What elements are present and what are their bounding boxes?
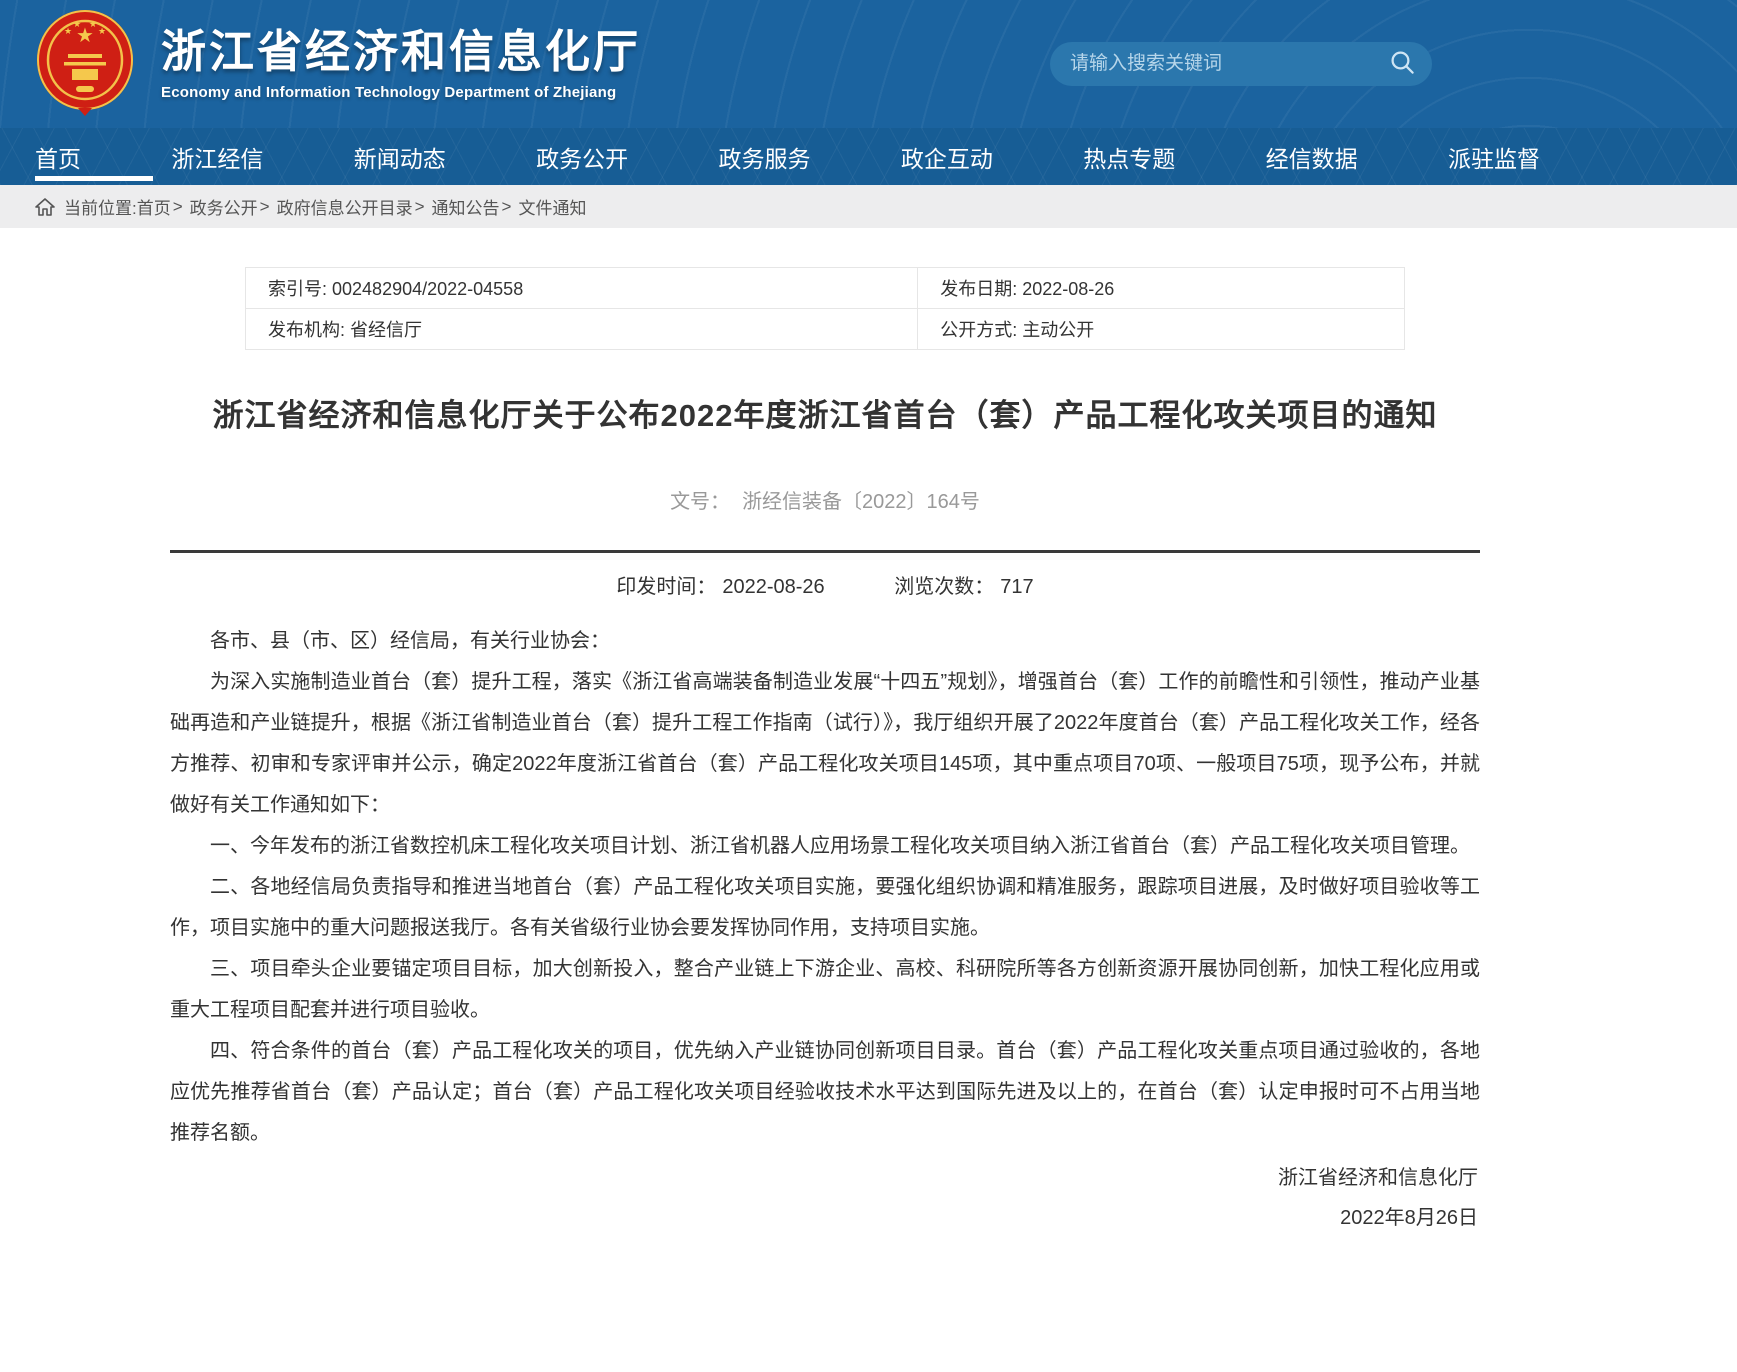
home-icon (35, 198, 55, 216)
breadcrumb-separator: > (260, 197, 270, 217)
meta-cell-publish-date: 发布日期:2022-08-26 (918, 268, 1405, 309)
print-time: 印发时间：2022-08-26 (616, 576, 830, 598)
paragraph-intro: 为深入实施制造业首台（套）提升工程，落实《浙江省高端装备制造业发展“十四五”规划… (170, 662, 1480, 826)
svg-text:★: ★ (98, 26, 106, 36)
paragraph-item-3: 三、项目牵头企业要锚定项目目标，加大创新投入，整合产业链上下游企业、高校、科研院… (170, 949, 1480, 1031)
document-title: 浙江省经济和信息化厅关于公布2022年度浙江省首台（套）产品工程化攻关项目的通知 (170, 390, 1480, 435)
paragraph-item-1: 一、今年发布的浙江省数控机床工程化攻关项目计划、浙江省机器人应用场景工程化攻关项… (170, 826, 1480, 867)
nav-item-jingxin-data[interactable]: 经信数据 (1266, 128, 1358, 185)
nav-item-news[interactable]: 新闻动态 (354, 128, 446, 185)
breadcrumb-item-notices[interactable]: 通知公告 (432, 194, 500, 219)
breadcrumb-item-home[interactable]: 首页 (137, 194, 171, 219)
svg-text:★: ★ (89, 19, 97, 29)
national-emblem-icon: ★ ★ ★ ★ ★ (35, 8, 135, 121)
main-nav: 首页 浙江经信 新闻动态 政务公开 政务服务 政企互动 热点专题 经信数据 派驻… (0, 128, 1737, 185)
nav-item-gov-disclosure[interactable]: 政务公开 (536, 128, 628, 185)
search-button[interactable] (1389, 49, 1416, 79)
nav-item-home[interactable]: 首页 (35, 128, 81, 185)
meta-row: 索引号:002482904/2022-04558 发布日期:2022-08-26 (246, 268, 1405, 309)
site-header: ★ ★ ★ ★ ★ 浙江省经济和信息化厅 Economy and Informa… (0, 0, 1737, 128)
nav-item-dispatch-supervision[interactable]: 派驻监督 (1448, 128, 1540, 185)
breadcrumb-item-gov-disclosure[interactable]: 政务公开 (190, 194, 258, 219)
search-icon (1389, 49, 1416, 79)
site-logo-link[interactable]: ★ ★ ★ ★ ★ (35, 8, 135, 121)
nav-item-zhejiang-jingxin[interactable]: 浙江经信 (171, 128, 263, 185)
breadcrumb-item-file-notice[interactable]: 文件通知 (518, 194, 586, 219)
breadcrumb-prefix: 当前位置: (64, 194, 137, 219)
document-number-label: 文号： (670, 491, 730, 513)
print-info-line: 印发时间：2022-08-26 浏览次数：717 (170, 570, 1480, 599)
breadcrumb-item-info-catalog[interactable]: 政府信息公开目录 (277, 194, 413, 219)
document-number-value: 浙经信装备〔2022〕164号 (742, 491, 980, 513)
site-title: 浙江省经济和信息化厅 (161, 27, 641, 77)
breadcrumb: 当前位置: 首页 > 政务公开 > 政府信息公开目录 > 通知公告 > 文件通知 (0, 185, 1737, 228)
signature-block: 浙江省经济和信息化厅 2022年8月26日 (170, 1158, 1480, 1238)
meta-cell-disclosure-method: 公开方式:主动公开 (918, 309, 1405, 350)
meta-row: 发布机构:省经信厅 公开方式:主动公开 (246, 309, 1405, 350)
meta-cell-publish-org: 发布机构:省经信厅 (246, 309, 918, 350)
signature-date: 2022年8月26日 (170, 1198, 1478, 1238)
salutation: 各市、县（市、区）经信局，有关行业协会： (170, 621, 1480, 662)
document-number-line: 文号： 浙经信装备〔2022〕164号 (170, 485, 1480, 514)
nav-item-gov-enterprise[interactable]: 政企互动 (901, 128, 993, 185)
site-subtitle: Economy and Information Technology Depar… (161, 84, 641, 101)
site-title-block: 浙江省经济和信息化厅 Economy and Information Techn… (161, 27, 641, 101)
nav-item-gov-services[interactable]: 政务服务 (719, 128, 811, 185)
breadcrumb-separator: > (173, 197, 183, 217)
paragraph-item-4: 四、符合条件的首台（套）产品工程化攻关的项目，优先纳入产业链协同创新项目目录。首… (170, 1031, 1480, 1154)
nav-item-hot-topics[interactable]: 热点专题 (1083, 128, 1175, 185)
document-body: 各市、县（市、区）经信局，有关行业协会： 为深入实施制造业首台（套）提升工程，落… (170, 621, 1480, 1154)
breadcrumb-separator: > (415, 197, 425, 217)
view-count: 浏览次数：717 (894, 576, 1033, 598)
meta-cell-index-number: 索引号:002482904/2022-04558 (246, 268, 918, 309)
svg-text:★: ★ (73, 19, 81, 29)
document-meta-table: 索引号:002482904/2022-04558 发布日期:2022-08-26… (245, 267, 1405, 350)
breadcrumb-separator: > (502, 197, 512, 217)
title-separator (170, 550, 1480, 553)
search-input[interactable] (1070, 53, 1389, 75)
search-box (1050, 42, 1432, 86)
svg-text:★: ★ (64, 26, 72, 36)
paragraph-item-2: 二、各地经信局负责指导和推进当地首台（套）产品工程化攻关项目实施，要强化组织协调… (170, 867, 1480, 949)
signature-org: 浙江省经济和信息化厅 (170, 1158, 1478, 1198)
document-page: 索引号:002482904/2022-04558 发布日期:2022-08-26… (170, 228, 1480, 1358)
